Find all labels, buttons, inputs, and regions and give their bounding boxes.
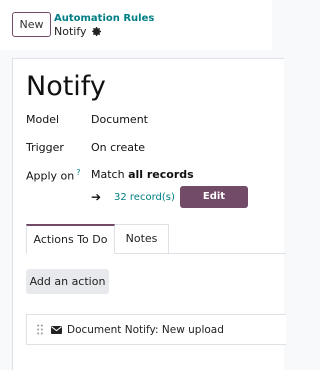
apply-on-label: Apply on? (26, 168, 81, 183)
current-record-name: Notify (54, 25, 87, 38)
action-row[interactable]: Document Notify: New upload (26, 314, 286, 345)
drag-handle-icon[interactable] (37, 324, 43, 335)
tab-notes[interactable]: Notes (115, 224, 169, 254)
apply-on-field: Match all records (91, 168, 194, 181)
model-label: Model (26, 113, 60, 126)
edit-domain-button[interactable]: Edit Domain (180, 186, 248, 224)
add-action-button[interactable]: Add an action (26, 269, 109, 294)
control-panel: New Automation Rules Notify (0, 0, 272, 50)
model-field[interactable]: Document (91, 113, 148, 126)
gear-icon[interactable] (91, 26, 102, 37)
tab-actions-to-do[interactable]: Actions To Do (26, 224, 115, 254)
envelope-icon (51, 325, 62, 334)
apply-on-label-text: Apply on (26, 169, 75, 183)
help-tooltip-icon[interactable]: ? (76, 168, 80, 177)
matched-records-link[interactable]: 32 record(s) (114, 192, 175, 203)
action-label: Document Notify: New upload (67, 323, 224, 336)
breadcrumb-current: Notify (54, 25, 102, 38)
trigger-label: Trigger (26, 141, 64, 154)
arrow-right-icon: ➔ (91, 190, 102, 204)
notebook-tabs: Actions To Do Notes (26, 224, 286, 254)
match-prefix: Match (91, 168, 125, 181)
new-button[interactable]: New (12, 12, 51, 37)
form-sheet: Notify Model Document Trigger On create … (12, 58, 286, 370)
match-value: all records (128, 168, 194, 181)
trigger-field[interactable]: On create (91, 141, 145, 154)
record-title[interactable]: Notify (26, 71, 106, 102)
breadcrumb-automation-rules[interactable]: Automation Rules (54, 13, 154, 24)
